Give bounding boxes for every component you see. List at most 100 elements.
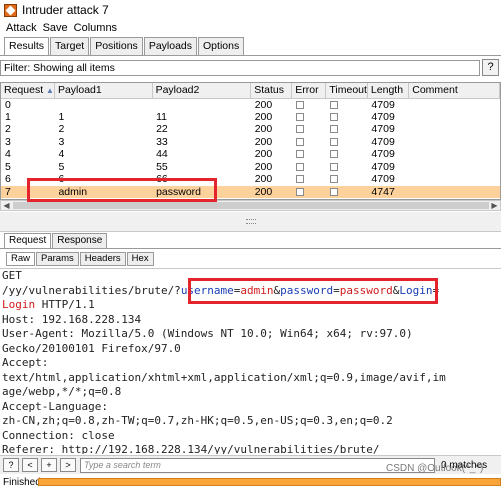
http-version: HTTP/1.1 [35, 298, 95, 311]
header-user-agent-cont: Gecko/20100101 Firefox/97.0 [2, 341, 181, 355]
table-header-row: Request ▲ Payload1 Payload2 Status Error… [1, 83, 500, 99]
cell-length: 4709 [371, 123, 395, 136]
tab-divider [0, 55, 501, 56]
burp-app-icon [4, 3, 17, 17]
checkbox-icon [329, 137, 338, 146]
cell-request: 5 [5, 160, 11, 173]
checkbox-icon [295, 162, 304, 171]
cell-request: 4 [5, 148, 11, 161]
tab-params[interactable]: Params [36, 252, 79, 266]
cell-status: 200 [254, 98, 273, 111]
table-row[interactable]: 2 2 22 200 4709 [1, 123, 500, 136]
tab-request[interactable]: Request [4, 233, 52, 248]
checkbox-icon [295, 187, 304, 196]
header-accept: Accept: [2, 356, 49, 369]
cell-error [291, 185, 326, 198]
menu-save[interactable]: Save [43, 22, 68, 34]
col-error[interactable]: Error [291, 83, 327, 99]
cell-length: 4709 [371, 135, 395, 148]
header-connection: Connection: close [2, 428, 115, 442]
menu-attack[interactable]: Attack [6, 22, 37, 34]
menu-columns[interactable]: Columns [74, 22, 117, 34]
header-host: Host: 192.168.228.134 [2, 312, 142, 326]
table-row[interactable]: 1 1 11 200 4709 [1, 111, 500, 124]
cell-status: 200 [254, 173, 273, 186]
tab-payloads[interactable]: Payloads [143, 37, 198, 55]
cell-payload2: 55 [156, 160, 168, 173]
col-payload2[interactable]: Payload2 [152, 83, 252, 99]
checkbox-icon [329, 112, 338, 121]
top-tabs: Results Target Positions Payloads Option… [4, 37, 245, 55]
add-button[interactable]: + [41, 458, 57, 472]
filter-help-button[interactable]: ? [482, 59, 499, 76]
cell-timeout [326, 148, 368, 161]
cell-comment [409, 111, 500, 124]
table-row[interactable]: 7 admin password 200 4747 [1, 185, 500, 198]
header-accept-language: Accept-Language: [2, 399, 108, 413]
search-input[interactable]: Type a search term [80, 457, 435, 473]
cell-request: 7 [1, 185, 55, 198]
tab-response[interactable]: Response [52, 233, 108, 248]
cell-status: 200 [254, 110, 273, 123]
request-editor[interactable]: GET /yy/vulnerabilities/brute/?username =… [0, 268, 501, 454]
sort-asc-icon: ▲ [46, 86, 54, 96]
table-row[interactable]: 5 5 55 200 4709 [1, 161, 500, 174]
param-eq: = [432, 283, 440, 297]
checkbox-icon [295, 125, 304, 134]
col-timeout[interactable]: Timeout [325, 83, 368, 99]
cell-status: 200 [254, 135, 273, 148]
cell-comment [409, 136, 500, 149]
tab-raw[interactable]: Raw [6, 252, 36, 266]
drag-grip-icon[interactable] [246, 219, 256, 224]
scroll-right-icon[interactable]: ▶ [489, 201, 500, 210]
cell-comment [409, 148, 500, 161]
checkbox-icon [295, 137, 304, 146]
cell-timeout [326, 136, 368, 149]
cell-request: 6 [5, 173, 11, 186]
param-value-username: admin [240, 283, 274, 297]
col-comment[interactable]: Comment [408, 83, 500, 99]
col-request[interactable]: Request ▲ [1, 83, 55, 99]
param-value-password: password [339, 283, 393, 297]
cell-payload2: password [152, 185, 251, 198]
cell-timeout [326, 173, 368, 186]
cell-error [292, 161, 326, 174]
col-payload1[interactable]: Payload1 [54, 83, 153, 99]
tab-results[interactable]: Results [4, 37, 50, 55]
tab-options[interactable]: Options [198, 37, 245, 55]
header-accept-language-value: zh-CN,zh;q=0.8,zh-TW;q=0.7,zh-HK;q=0.5,e… [2, 414, 393, 427]
table-row[interactable]: 0 200 4709 [1, 98, 500, 111]
tab-positions[interactable]: Positions [90, 37, 143, 55]
cell-payload2: 66 [156, 173, 168, 186]
cell-length: 4709 [371, 98, 395, 111]
table-hscrollbar[interactable]: ◀ ▶ [0, 200, 501, 211]
checkbox-icon [329, 125, 338, 134]
checkbox-icon [295, 100, 304, 109]
cell-status: 200 [250, 185, 292, 198]
checkbox-icon [295, 112, 304, 121]
cell-timeout [326, 123, 368, 136]
help-button[interactable]: ? [3, 458, 19, 472]
header-accept-value: text/html,application/xhtml+xml,applicat… [2, 370, 446, 384]
cell-request: 0 [5, 98, 11, 111]
filter-bar[interactable]: Filter: Showing all items [0, 60, 480, 76]
next-button[interactable]: > [60, 458, 76, 472]
cell-payload2: 11 [156, 110, 167, 123]
table-row[interactable]: 4 4 44 200 4709 [1, 148, 500, 161]
scroll-left-icon[interactable]: ◀ [1, 201, 12, 210]
scroll-thumb[interactable] [13, 202, 489, 209]
table-row[interactable]: 6 6 66 200 4709 [1, 173, 500, 186]
split-divider[interactable] [0, 212, 501, 232]
prev-button[interactable]: < [22, 458, 38, 472]
window-title: Intruder attack 7 [22, 3, 109, 17]
cell-error [292, 136, 326, 149]
col-length[interactable]: Length [367, 83, 410, 99]
col-status[interactable]: Status [250, 83, 293, 99]
tab-headers[interactable]: Headers [79, 252, 126, 266]
checkbox-icon [329, 162, 338, 171]
tab-target[interactable]: Target [50, 37, 90, 55]
cell-error [292, 98, 326, 111]
table-row[interactable]: 3 3 33 200 4709 [1, 136, 500, 149]
cell-comment [409, 123, 500, 136]
tab-hex[interactable]: Hex [126, 252, 154, 266]
